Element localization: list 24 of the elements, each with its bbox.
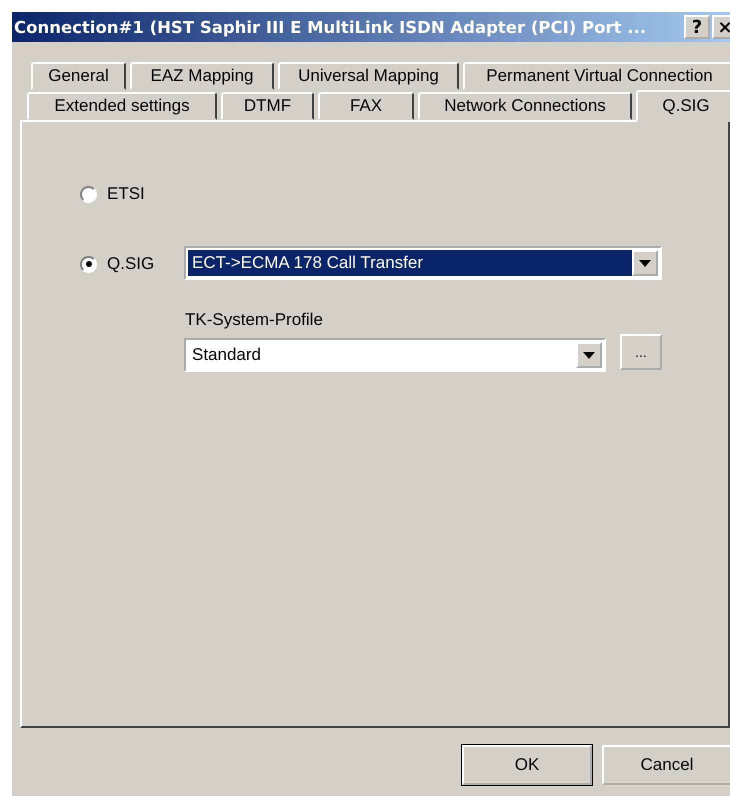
- tab[interactable]: Universal Mapping: [278, 62, 459, 90]
- radio-button[interactable]: [80, 186, 97, 202]
- qsig-dropdown[interactable]: ECT->ECMA 178 Call Transfer: [184, 246, 662, 280]
- tab[interactable]: Network Connections: [418, 92, 632, 120]
- tab[interactable]: EAZ Mapping: [130, 62, 274, 90]
- tab[interactable]: Extended settings: [27, 92, 217, 120]
- help-button[interactable]: ?: [684, 15, 710, 39]
- tab[interactable]: Q.SIG: [636, 90, 730, 122]
- dropdown-arrow-icon: [583, 352, 595, 358]
- ok-button[interactable]: OK: [462, 745, 592, 785]
- dropdown-arrow-icon: [639, 260, 651, 266]
- radio-label[interactable]: Q.SIG: [107, 254, 154, 274]
- tab[interactable]: FAX: [318, 92, 414, 120]
- cancel-button[interactable]: Cancel: [602, 745, 730, 785]
- tab[interactable]: Permanent Virtual Connection: [463, 62, 730, 90]
- radio-label[interactable]: ETSI: [107, 184, 145, 204]
- tab[interactable]: General: [31, 62, 126, 90]
- tab[interactable]: DTMF: [221, 92, 314, 120]
- profile-dropdown[interactable]: Standard: [184, 338, 606, 372]
- close-button[interactable]: ×: [712, 15, 730, 39]
- browse-button[interactable]: ...: [620, 334, 662, 370]
- radio-button[interactable]: [80, 256, 97, 272]
- field-label: TK-System-Profile: [185, 310, 323, 330]
- window-title: Connection#1 (HST Saphir III E MultiLink ISDN Adapter (PCI) Port ...: [14, 18, 648, 36]
